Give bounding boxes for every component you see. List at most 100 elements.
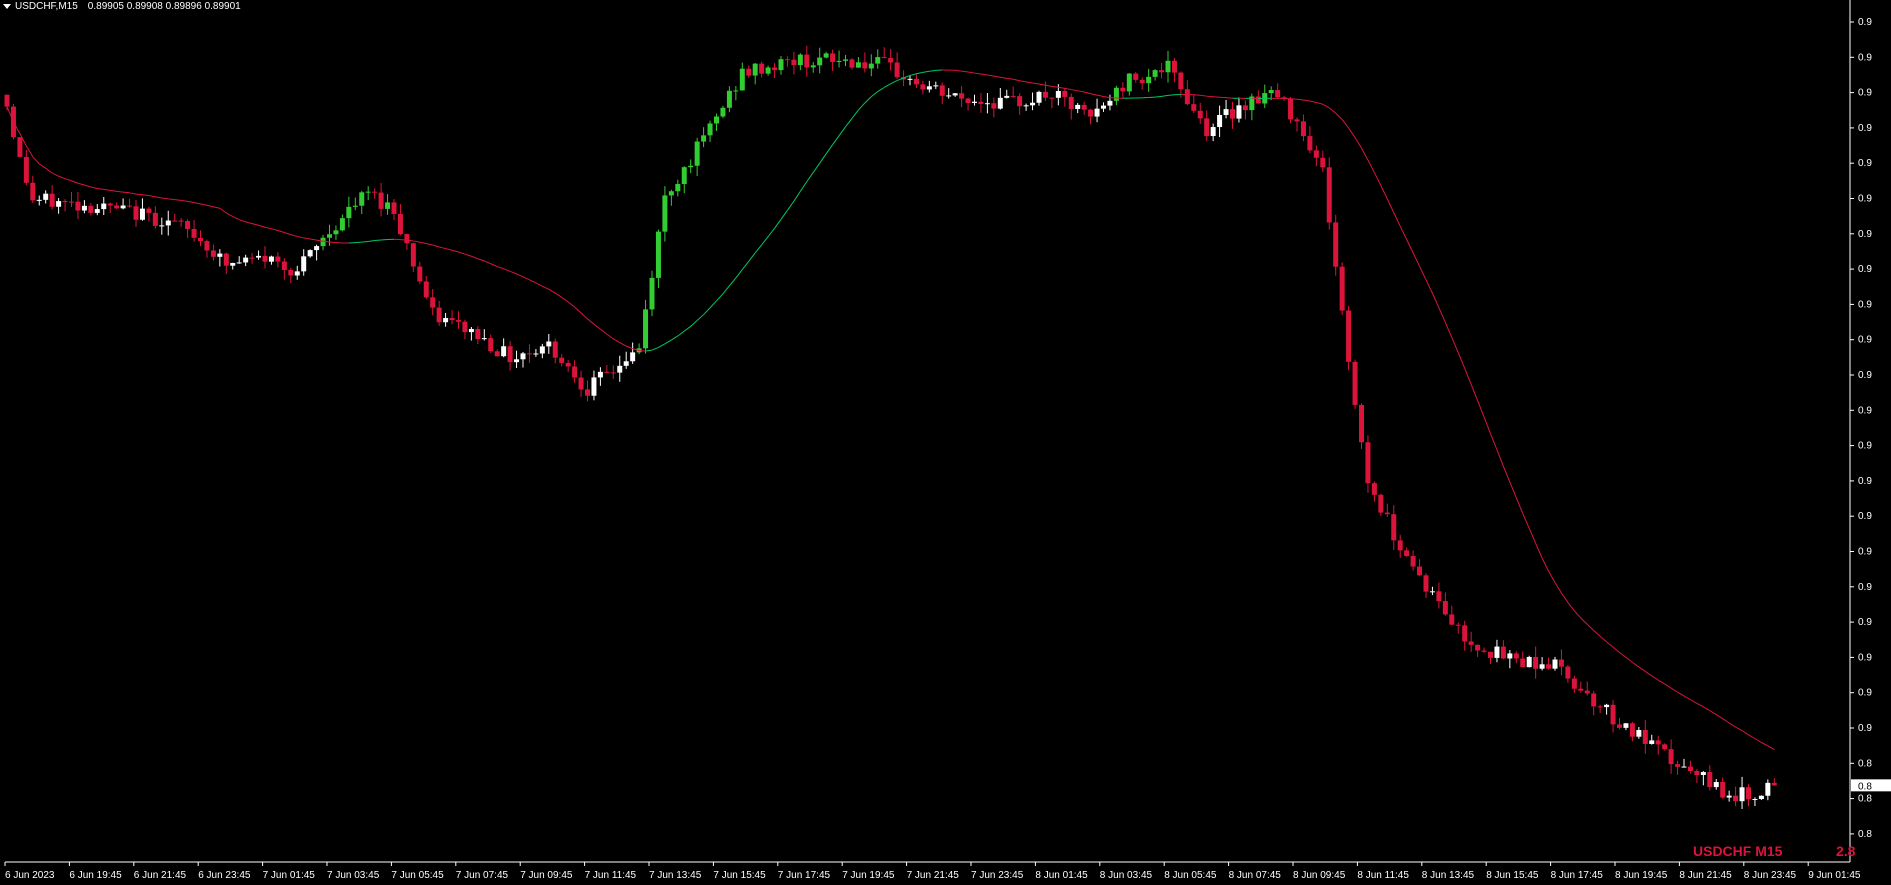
candle-body bbox=[507, 346, 513, 363]
candle bbox=[1126, 72, 1132, 96]
candle bbox=[1584, 681, 1590, 696]
candle-body bbox=[256, 255, 262, 258]
candle bbox=[49, 185, 55, 210]
moving-average-segment bbox=[161, 197, 169, 200]
moving-average-segment bbox=[1019, 80, 1027, 83]
candle bbox=[1191, 94, 1197, 113]
candle-body bbox=[327, 234, 332, 238]
price-tick-label: 0.8 bbox=[1858, 829, 1872, 840]
collapse-triangle-icon[interactable] bbox=[3, 4, 11, 9]
candle bbox=[410, 242, 416, 273]
candle bbox=[984, 92, 990, 114]
candle-body bbox=[662, 195, 668, 232]
candle bbox=[1539, 657, 1545, 671]
candle-body bbox=[720, 107, 726, 117]
candle bbox=[701, 127, 707, 148]
candle-body bbox=[1075, 104, 1081, 110]
chart-window[interactable]: 0.9 0.9 0.9 0.9 0.9 0.9 0.9 0.9 0.9 0.9 0.9 0.9 0.9 0… bbox=[0, 0, 1891, 885]
candle bbox=[165, 210, 171, 236]
candle-body bbox=[1139, 79, 1145, 84]
candle-body bbox=[862, 62, 868, 69]
price-tick-label: 0.9 bbox=[1858, 547, 1872, 558]
time-tick-label: 7 Jun 03:45 bbox=[327, 870, 380, 881]
candle bbox=[1610, 700, 1616, 733]
moving-average-segment bbox=[1754, 738, 1762, 743]
candle bbox=[1391, 505, 1397, 550]
candle-body bbox=[1036, 91, 1042, 103]
candle bbox=[1746, 784, 1751, 807]
candle bbox=[1094, 98, 1100, 123]
candle bbox=[739, 62, 745, 91]
candle-body bbox=[1539, 664, 1545, 669]
moving-average-segment bbox=[812, 162, 821, 173]
candle-body bbox=[1700, 772, 1706, 775]
moving-average-segment bbox=[864, 96, 872, 104]
candle-body bbox=[984, 103, 990, 105]
candle bbox=[1481, 647, 1487, 653]
price-tick-label: 0.9 bbox=[1858, 229, 1872, 240]
candle-body bbox=[1533, 656, 1539, 669]
candle-body bbox=[1681, 766, 1687, 768]
candlestick-plot[interactable]: 0.9 0.9 0.9 0.9 0.9 0.9 0.9 0.9 0.9 0.9 0.9 0.9 0.9 0… bbox=[0, 0, 1891, 885]
candle bbox=[236, 256, 242, 264]
candle-body bbox=[1565, 666, 1571, 679]
candle bbox=[1049, 97, 1055, 109]
candle bbox=[1436, 582, 1442, 609]
moving-average-segment bbox=[1090, 93, 1098, 96]
moving-average-segment bbox=[1625, 656, 1633, 663]
candle-body bbox=[1152, 70, 1158, 77]
moving-average-segment bbox=[181, 199, 188, 202]
candle bbox=[365, 186, 371, 201]
candle bbox=[1300, 114, 1306, 142]
moving-average-segment bbox=[32, 156, 40, 165]
candle-body bbox=[1758, 795, 1764, 800]
moving-average-segment bbox=[1386, 198, 1395, 213]
time-tick-label: 6 Jun 2023 bbox=[5, 870, 55, 881]
candle bbox=[675, 179, 681, 197]
candle-body bbox=[281, 261, 287, 271]
candle-body bbox=[468, 328, 474, 333]
candle bbox=[1133, 71, 1139, 83]
moving-average-segment bbox=[123, 191, 130, 194]
candle bbox=[978, 93, 984, 113]
candle-body bbox=[1468, 641, 1474, 645]
candle bbox=[1017, 93, 1023, 115]
candle bbox=[791, 51, 797, 75]
moving-average-segment bbox=[187, 200, 195, 204]
candle-body bbox=[1236, 105, 1242, 119]
candle-body bbox=[1159, 70, 1165, 73]
candle bbox=[114, 202, 120, 210]
candle bbox=[939, 82, 945, 104]
moving-average-segment bbox=[200, 203, 208, 206]
price-tick-label: 0.9 bbox=[1858, 405, 1872, 416]
candle bbox=[836, 50, 842, 68]
moving-average-segment bbox=[361, 240, 369, 243]
candle-body bbox=[1294, 119, 1300, 122]
candle-body bbox=[275, 256, 281, 262]
candle bbox=[823, 51, 829, 59]
candle-body bbox=[817, 57, 823, 66]
candle bbox=[198, 230, 203, 247]
candle-body bbox=[230, 262, 236, 266]
candle bbox=[1604, 703, 1610, 715]
candle bbox=[1255, 90, 1261, 104]
candle-body bbox=[1623, 723, 1629, 728]
candle-body bbox=[655, 231, 661, 278]
moving-average-segment bbox=[1303, 99, 1310, 102]
moving-average-segment bbox=[64, 178, 72, 182]
candle bbox=[1197, 102, 1203, 124]
candle-body bbox=[1391, 514, 1397, 541]
moving-average-segment bbox=[1567, 602, 1575, 612]
candle-body bbox=[456, 320, 461, 322]
candle bbox=[94, 203, 100, 216]
candle bbox=[1726, 790, 1732, 802]
candle-body bbox=[791, 59, 797, 66]
moving-average-segment bbox=[709, 300, 717, 309]
candle bbox=[797, 53, 803, 71]
candle-body bbox=[778, 59, 784, 71]
candle bbox=[1101, 102, 1106, 112]
candle-body bbox=[378, 192, 384, 209]
moving-average-segment bbox=[677, 330, 685, 337]
moving-average-segment bbox=[1515, 497, 1524, 514]
moving-average-segment bbox=[310, 238, 317, 241]
